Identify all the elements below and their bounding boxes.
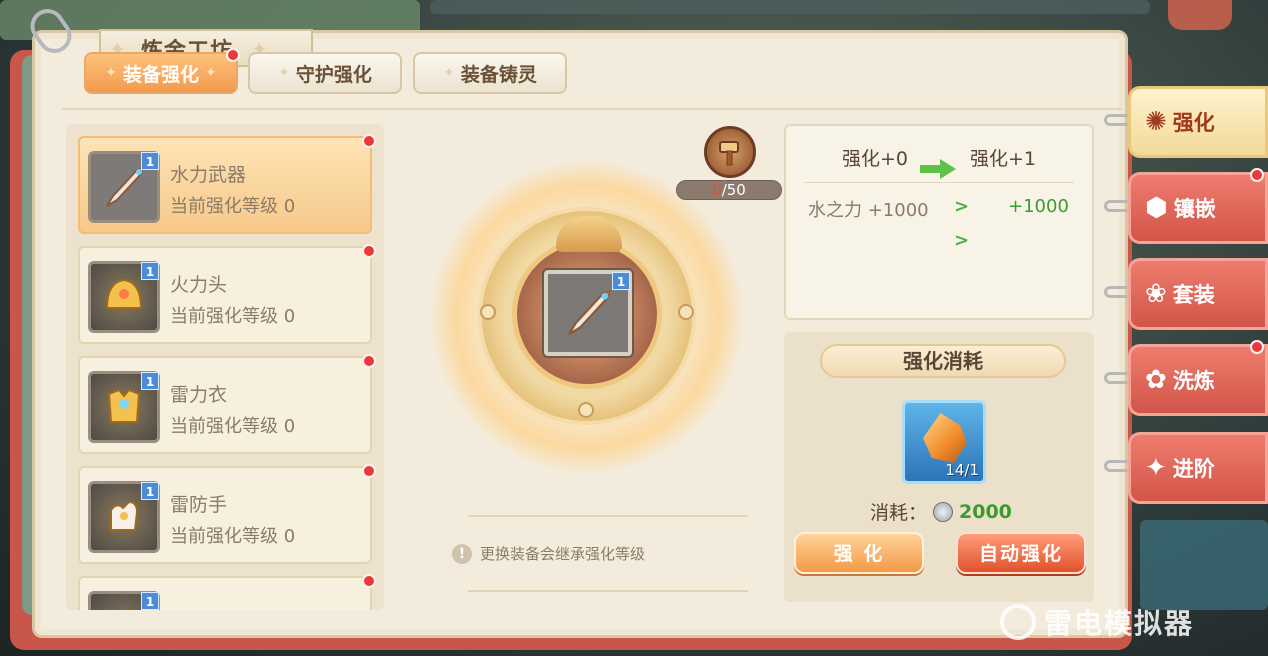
- tab-label: 装备铸灵: [460, 63, 537, 86]
- tip-text: 更换装备会继承强化等级: [480, 545, 646, 563]
- item-level: 当前强化等级 0: [170, 196, 296, 217]
- set-icon: ❀: [1145, 279, 1167, 309]
- item-level: 当前强化等级 0: [170, 526, 296, 547]
- star-icon: ✦: [205, 65, 217, 81]
- tab-guardian-enhance[interactable]: ✦ 守护强化: [248, 52, 402, 94]
- coin-icon: [933, 501, 954, 522]
- list-item[interactable]: 1: [78, 576, 372, 610]
- ring-node: [578, 402, 594, 418]
- notification-dot: [362, 464, 376, 478]
- side-tab-label: 强化: [1172, 111, 1215, 135]
- ore-icon: [923, 413, 967, 463]
- notification-dot: [226, 48, 240, 62]
- info-icon: !: [452, 543, 472, 564]
- notification-dot: [362, 244, 376, 258]
- hammer-icon[interactable]: [704, 126, 756, 178]
- divider: [468, 590, 748, 592]
- attr-next: +1000: [1008, 196, 1069, 217]
- level-badge: 1: [141, 262, 159, 280]
- chevron-right-icon: >: [954, 196, 970, 217]
- level-badge: 1: [141, 372, 159, 390]
- level-compare: 强化+0 强化+1: [786, 144, 1092, 179]
- list-item[interactable]: 1 水力武器 当前强化等级 0: [78, 136, 372, 234]
- tab-label: 装备强化: [122, 63, 199, 86]
- level-badge: 1: [141, 592, 159, 610]
- side-tab-label: 镶嵌: [1173, 197, 1216, 221]
- side-tab-enhance[interactable]: ✺ 强化: [1128, 86, 1268, 158]
- progress-total: /50: [721, 181, 746, 199]
- emulator-logo-icon: [1000, 604, 1036, 640]
- sword-icon: [568, 290, 611, 336]
- cost-panel: 强化消耗 14/1 消耗： 2000 强 化 自动强化: [784, 332, 1094, 602]
- side-tab-advance[interactable]: ✦ 进阶: [1128, 432, 1268, 504]
- attr-current: 水之力 +1000: [808, 200, 929, 221]
- refine-icon: ✿: [1145, 365, 1167, 395]
- side-tab-refine[interactable]: ✿ 洗炼: [1128, 344, 1268, 416]
- item-name: 雷防手: [170, 494, 228, 516]
- stats-panel: 强化+0 强化+1 水之力 +1000 > +1000 >: [784, 124, 1094, 320]
- sword-icon: 1: [88, 151, 160, 223]
- emulator-watermark: 雷电模拟器: [1000, 602, 1194, 642]
- progress-current: 0: [712, 181, 722, 199]
- star-icon: ✦: [443, 65, 455, 81]
- level-badge: 1: [612, 272, 630, 290]
- tab-equipment-forge[interactable]: ✦ 装备铸灵: [413, 52, 567, 94]
- item-name: 雷力衣: [170, 384, 228, 406]
- notification-dot: [1250, 340, 1264, 354]
- ring-node: [480, 304, 496, 320]
- level-badge: 1: [141, 152, 159, 170]
- ring-node: [678, 304, 694, 320]
- cost-label: 消耗：: [870, 502, 928, 524]
- side-tab-label: 套装: [1172, 283, 1215, 307]
- star-icon: ✦: [105, 65, 117, 81]
- tab-equipment-enhance[interactable]: ✦ 装备强化 ✦: [84, 52, 238, 94]
- cost-line: 消耗： 2000: [870, 498, 1012, 525]
- divider: [804, 182, 1074, 183]
- notification-dot: [362, 574, 376, 588]
- notification-dot: [362, 354, 376, 368]
- item-name: 火力头: [170, 274, 228, 296]
- hammer-progress: 0/50: [676, 180, 782, 200]
- side-tab-inlay[interactable]: ⬢ 镶嵌: [1128, 172, 1268, 244]
- chevron-right-icon: >: [954, 230, 970, 251]
- side-tab-set[interactable]: ❀ 套装: [1128, 258, 1268, 330]
- arrow-right-icon: [920, 159, 956, 179]
- tab-label: 守护强化: [295, 63, 372, 86]
- armor-icon: 1: [88, 371, 160, 443]
- item-name: 水力武器: [170, 164, 247, 186]
- gem-icon: ⬢: [1145, 193, 1168, 223]
- next-level: 强化+1: [970, 148, 1037, 170]
- item-level: 当前强化等级 0: [170, 416, 296, 437]
- list-item[interactable]: 1 雷防手 当前强化等级 0: [78, 466, 372, 564]
- item-level: 当前强化等级 0: [170, 306, 296, 327]
- cost-amount: 2000: [959, 500, 1012, 523]
- notification-dot: [1250, 168, 1264, 182]
- current-level: 强化+0: [842, 148, 909, 170]
- side-tab-label: 洗炼: [1172, 369, 1215, 393]
- helmet-icon: 1: [88, 261, 160, 333]
- watermark-text: 雷电模拟器: [1044, 607, 1195, 640]
- list-item[interactable]: 1 火力头 当前强化等级 0: [78, 246, 372, 344]
- divider: [62, 108, 1122, 110]
- material-slot[interactable]: 14/1: [902, 400, 986, 484]
- enhance-icon: ✺: [1145, 107, 1167, 137]
- side-tab-label: 进阶: [1172, 457, 1215, 481]
- inherit-tip: ! 更换装备会继承强化等级: [452, 543, 645, 564]
- level-badge: 1: [141, 482, 159, 500]
- glove-icon: 1: [88, 481, 160, 553]
- auto-enhance-button[interactable]: 自动强化: [956, 532, 1086, 574]
- cost-title: 强化消耗: [820, 344, 1066, 378]
- list-item[interactable]: 1 雷力衣 当前强化等级 0: [78, 356, 372, 454]
- advance-icon: ✦: [1145, 453, 1167, 483]
- equipment-list[interactable]: 1 水力武器 当前强化等级 0 1 火力头 当前强化等级 0 1 雷力衣 当前强…: [66, 124, 384, 610]
- divider: [468, 515, 748, 517]
- item-icon: 1: [88, 591, 160, 610]
- notification-dot: [362, 134, 376, 148]
- material-count: 14/1: [945, 461, 979, 479]
- enhance-button[interactable]: 强 化: [794, 532, 924, 574]
- selected-equipment-slot[interactable]: 1: [544, 270, 632, 356]
- star-icon: ✦: [278, 65, 290, 81]
